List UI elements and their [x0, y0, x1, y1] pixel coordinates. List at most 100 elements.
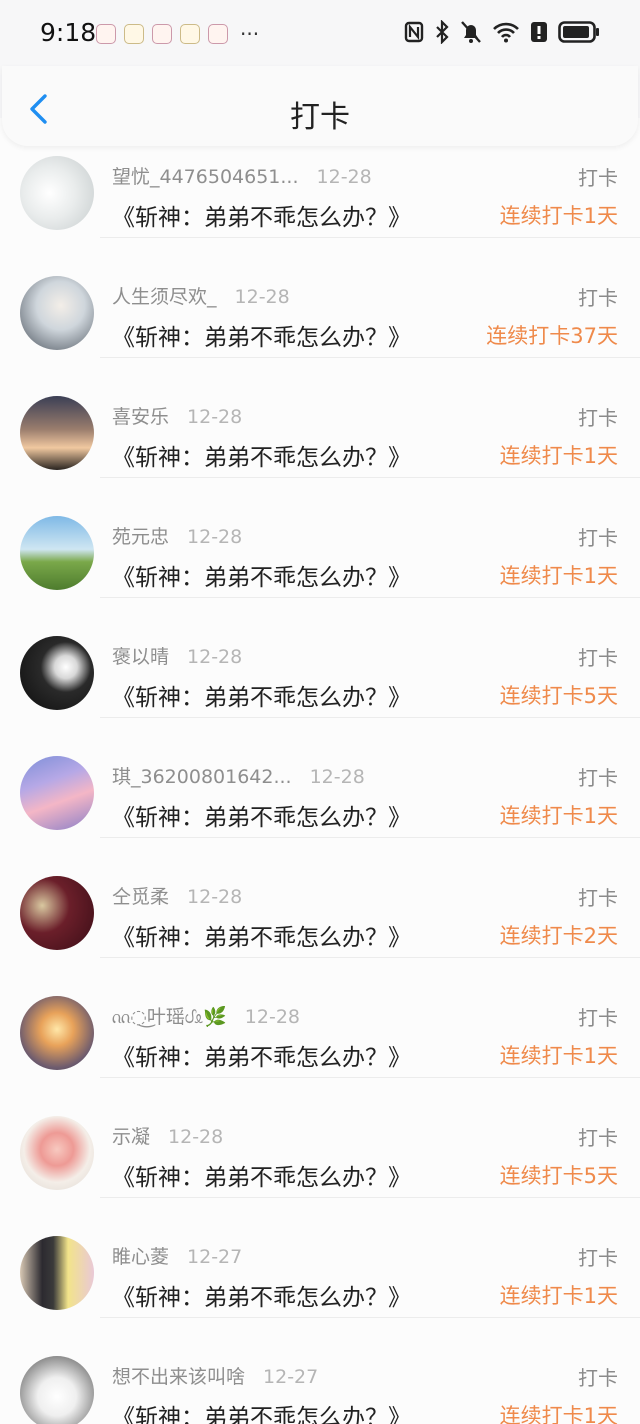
streak-count: 连续打卡5天	[499, 684, 618, 708]
book-title: 《斩神：弟弟不乖怎么办？》	[112, 565, 411, 591]
checkin-label: 打卡	[578, 766, 618, 790]
avatar[interactable]	[20, 396, 94, 470]
checkin-label: 打卡	[578, 406, 618, 430]
mute-icon	[461, 21, 481, 43]
avatar[interactable]	[20, 516, 94, 590]
list-item[interactable]: 睢心菱 12-27 《斩神：弟弟不乖怎么办？》 打卡 连续打卡1天	[0, 1198, 640, 1318]
streak-count: 连续打卡1天	[499, 564, 618, 588]
checkin-date: 12-28	[244, 1006, 300, 1028]
checkin-date: 12-28	[168, 1126, 224, 1148]
more-notifications-icon: ···	[240, 22, 260, 46]
list-item[interactable]: 苑元忠 12-28 《斩神：弟弟不乖怎么办？》 打卡 连续打卡1天	[0, 478, 640, 598]
user-name[interactable]: ᦶ◌͜叶瑶ᦔᦸ🌿	[112, 1006, 227, 1028]
status-time: 9:18	[40, 18, 97, 47]
user-meta: 望忧_4476504651... 12-28	[112, 162, 372, 189]
list-item[interactable]: 想不出来该叫啥 12-27 《斩神：弟弟不乖怎么办？》 打卡 连续打卡1天	[0, 1318, 640, 1424]
checkin-date: 12-28	[234, 286, 290, 308]
user-meta: 睢心菱 12-27	[112, 1242, 242, 1269]
user-name[interactable]: 琪_36200801642...	[112, 766, 292, 788]
alert-icon	[531, 22, 547, 42]
checkin-date: 12-27	[263, 1366, 319, 1388]
app-notification-icon	[152, 24, 172, 44]
checkin-label: 打卡	[578, 646, 618, 670]
list-item[interactable]: 褒以晴 12-28 《斩神：弟弟不乖怎么办？》 打卡 连续打卡5天	[0, 598, 640, 718]
checkin-date: 12-28	[187, 646, 243, 668]
user-name[interactable]: 人生须尽欢_	[112, 286, 217, 308]
avatar[interactable]	[20, 1356, 94, 1424]
user-meta: 仝觅柔 12-28	[112, 882, 242, 909]
checkin-label: 打卡	[578, 1246, 618, 1270]
checkin-list: 望忧_4476504651... 12-28 《斩神：弟弟不乖怎么办？》 打卡 连…	[0, 118, 640, 1424]
checkin-date: 12-28	[316, 166, 372, 188]
streak-count: 连续打卡37天	[486, 324, 618, 348]
book-title: 《斩神：弟弟不乖怎么办？》	[112, 925, 411, 951]
avatar[interactable]	[20, 996, 94, 1070]
avatar[interactable]	[20, 1236, 94, 1310]
nfc-icon	[404, 21, 424, 43]
checkin-date: 12-27	[187, 1246, 243, 1268]
page-title: 打卡	[290, 100, 350, 135]
checkin-label: 打卡	[578, 1366, 618, 1390]
streak-count: 连续打卡1天	[499, 804, 618, 828]
user-name[interactable]: 喜安乐	[112, 406, 169, 428]
book-title: 《斩神：弟弟不乖怎么办？》	[112, 685, 411, 711]
list-item[interactable]: 喜安乐 12-28 《斩神：弟弟不乖怎么办？》 打卡 连续打卡1天	[0, 358, 640, 478]
book-title: 《斩神：弟弟不乖怎么办？》	[112, 1405, 411, 1424]
book-title: 《斩神：弟弟不乖怎么办？》	[112, 445, 411, 471]
user-name[interactable]: 苑元忠	[112, 526, 169, 548]
book-title: 《斩神：弟弟不乖怎么办？》	[112, 1165, 411, 1191]
user-name[interactable]: 褒以晴	[112, 646, 169, 668]
bluetooth-icon	[436, 20, 449, 44]
user-meta: 示凝 12-28	[112, 1122, 223, 1149]
user-name[interactable]: 示凝	[112, 1126, 150, 1148]
user-meta: 想不出来该叫啥 12-27	[112, 1362, 318, 1389]
status-bar: 9:18 ···	[0, 0, 640, 66]
user-meta: 人生须尽欢_ 12-28	[112, 282, 290, 309]
book-title: 《斩神：弟弟不乖怎么办？》	[112, 325, 411, 351]
user-meta: 琪_36200801642... 12-28	[112, 762, 365, 789]
list-item[interactable]: 示凝 12-28 《斩神：弟弟不乖怎么办？》 打卡 连续打卡5天	[0, 1078, 640, 1198]
book-title: 《斩神：弟弟不乖怎么办？》	[112, 205, 411, 231]
user-meta: 苑元忠 12-28	[112, 522, 242, 549]
streak-count: 连续打卡1天	[499, 204, 618, 228]
list-item[interactable]: 仝觅柔 12-28 《斩神：弟弟不乖怎么办？》 打卡 连续打卡2天	[0, 838, 640, 958]
book-title: 《斩神：弟弟不乖怎么办？》	[112, 805, 411, 831]
list-item[interactable]: ᦶ◌͜叶瑶ᦔᦸ🌿 12-28 《斩神：弟弟不乖怎么办？》 打卡 连续打卡1天	[0, 958, 640, 1078]
avatar[interactable]	[20, 156, 94, 230]
user-name[interactable]: 睢心菱	[112, 1246, 169, 1268]
streak-count: 连续打卡5天	[499, 1164, 618, 1188]
checkin-date: 12-28	[187, 886, 243, 908]
avatar[interactable]	[20, 756, 94, 830]
checkin-label: 打卡	[578, 526, 618, 550]
app-notification-icon	[208, 24, 228, 44]
streak-count: 连续打卡1天	[499, 1044, 618, 1068]
user-name[interactable]: 想不出来该叫啥	[112, 1366, 245, 1388]
user-name[interactable]: 望忧_4476504651...	[112, 166, 299, 188]
user-name[interactable]: 仝觅柔	[112, 886, 169, 908]
wifi-icon	[493, 22, 519, 43]
app-notification-icon	[180, 24, 200, 44]
checkin-date: 12-28	[187, 526, 243, 548]
streak-count: 连续打卡2天	[499, 924, 618, 948]
book-title: 《斩神：弟弟不乖怎么办？》	[112, 1285, 411, 1311]
app-notification-icon	[124, 24, 144, 44]
checkin-label: 打卡	[578, 886, 618, 910]
streak-count: 连续打卡1天	[499, 1404, 618, 1424]
battery-icon	[558, 21, 599, 43]
checkin-label: 打卡	[578, 1126, 618, 1150]
checkin-date: 12-28	[309, 766, 365, 788]
avatar[interactable]	[20, 1116, 94, 1190]
list-item[interactable]: 琪_36200801642... 12-28 《斩神：弟弟不乖怎么办？》 打卡 连…	[0, 718, 640, 838]
streak-count: 连续打卡1天	[499, 1284, 618, 1308]
notification-icons: ···	[96, 22, 259, 46]
system-icons	[404, 20, 600, 44]
user-meta: 喜安乐 12-28	[112, 402, 242, 429]
avatar[interactable]	[20, 876, 94, 950]
avatar[interactable]	[20, 276, 94, 350]
checkin-date: 12-28	[187, 406, 243, 428]
checkin-label: 打卡	[578, 1006, 618, 1030]
avatar[interactable]	[20, 636, 94, 710]
top-bar: 打卡	[2, 66, 638, 146]
checkin-label: 打卡	[578, 286, 618, 310]
list-item[interactable]: 人生须尽欢_ 12-28 《斩神：弟弟不乖怎么办？》 打卡 连续打卡37天	[0, 238, 640, 358]
